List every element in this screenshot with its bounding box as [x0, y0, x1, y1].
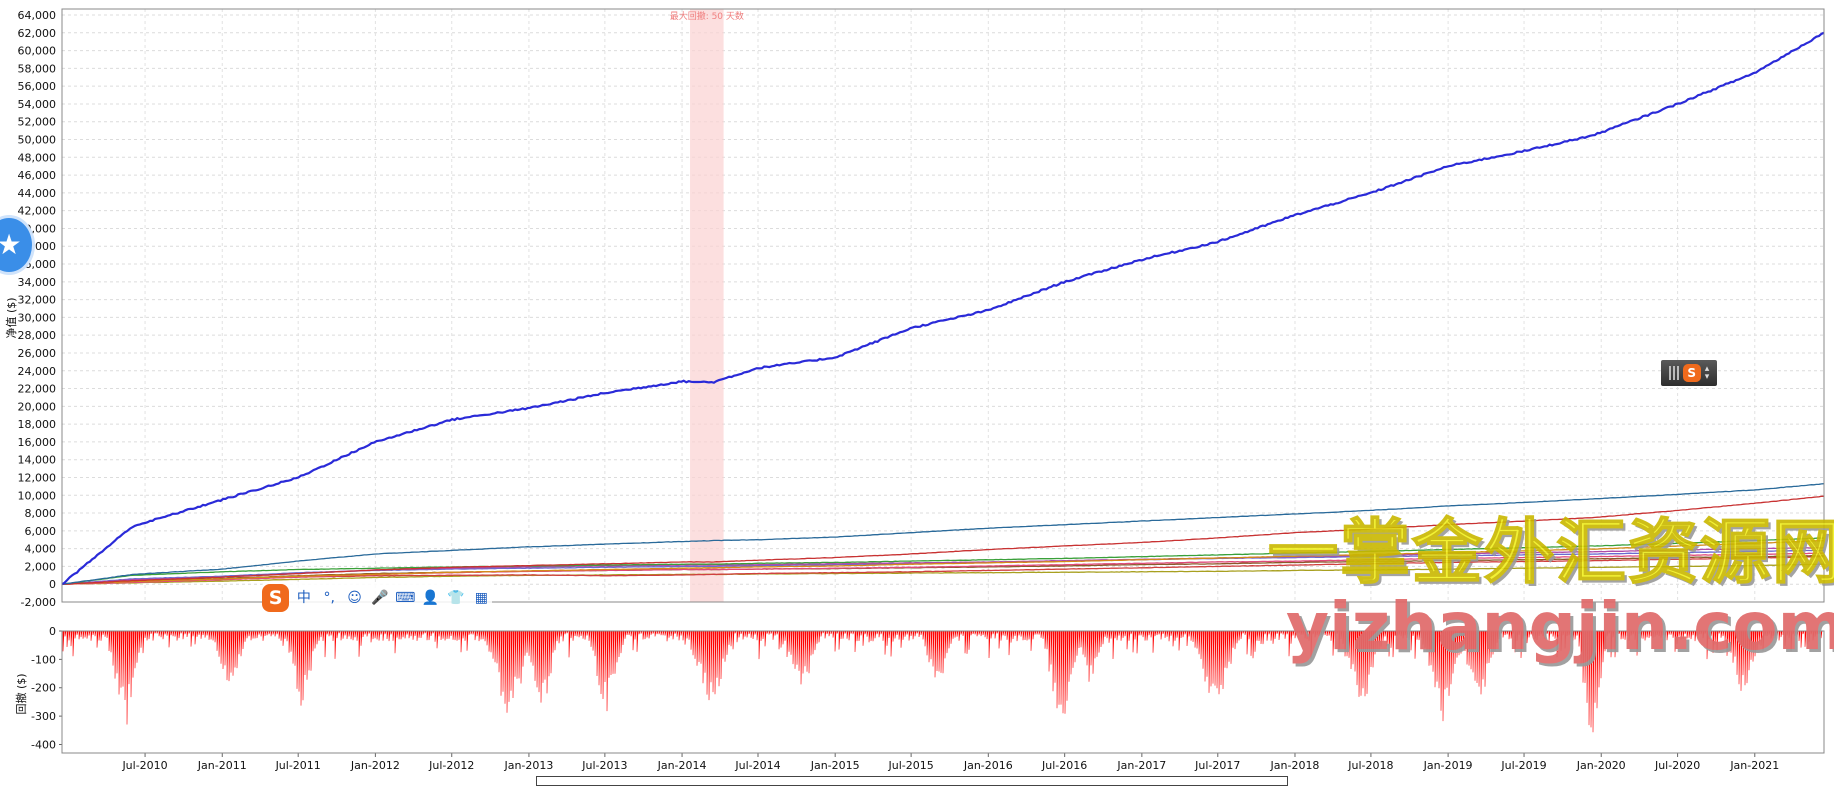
equity-y-ticks: -2,000 0 2,000 4,000 6,000 8,000 10,000 12,000 1… [18, 9, 57, 609]
equity-y-tick-label: 52,000 [18, 116, 57, 129]
drawdown-y-tick-label: -400 [31, 738, 56, 751]
equity-y-tick-label: 34,000 [18, 276, 57, 289]
ime-mini-logo-icon[interactable]: S [1682, 364, 1701, 382]
ime-emoji-icon[interactable]: ☺ [344, 587, 365, 609]
x-tick-label: Jul-2010 [121, 759, 167, 772]
equity-y-tick-label: 62,000 [18, 27, 57, 40]
equity-y-tick-label: 44,000 [18, 187, 57, 200]
drawdown-highlight-band [690, 9, 724, 602]
equity-y-tick-label: 2,000 [25, 560, 57, 573]
ime-account-icon[interactable]: 👤 [420, 587, 441, 609]
equity-y-tick-label: 60,000 [18, 45, 57, 58]
watermark-chinese: 一掌金外汇资源网 [1267, 510, 1834, 594]
ime-toolbox-icon[interactable]: ▦ [471, 587, 492, 609]
equity-y-tick-label: 10,000 [18, 489, 57, 502]
drawdown-y-tick-label: -200 [31, 682, 56, 695]
equity-y-axis-label: 净值 ($) [4, 297, 18, 338]
drag-handle-icon[interactable] [1668, 366, 1679, 380]
equity-y-tick-label: 48,000 [18, 151, 57, 164]
equity-y-tick-label: 46,000 [18, 169, 57, 182]
x-tick-label: Jul-2019 [1500, 759, 1546, 772]
equity-y-tick-label: 58,000 [18, 62, 57, 75]
ime-voice-icon[interactable]: 🎤 [369, 587, 390, 609]
equity-y-tick-label: 24,000 [18, 365, 57, 378]
x-tick-label: Jul-2016 [1041, 759, 1087, 772]
x-tick-label: Jan-2019 [1423, 759, 1473, 772]
x-tick-label: Jan-2012 [350, 759, 400, 772]
ime-punctuation-icon[interactable]: °, [319, 587, 340, 609]
equity-y-tick-label: 50,000 [18, 134, 57, 147]
equity-y-tick-label: 6,000 [25, 525, 57, 538]
equity-y-tick-label: 30,000 [18, 311, 57, 324]
drawdown-y-tick-label: 0 [49, 625, 56, 638]
equity-y-tick-label: 16,000 [18, 436, 57, 449]
x-tick-label: Jan-2020 [1576, 759, 1626, 772]
equity-y-tick-label: 20,000 [18, 400, 57, 413]
equity-y-tick-label: 26,000 [18, 347, 57, 360]
max-drawdown-annotation: 最大回撤: 50 天数 [670, 10, 744, 22]
ime-keyboard-icon[interactable]: ⌨ [395, 587, 416, 609]
expand-arrows-icon[interactable]: ▴ ▾ [1705, 365, 1710, 382]
x-tick-label: Jul-2017 [1194, 759, 1240, 772]
ime-logo-icon[interactable]: S [262, 584, 290, 612]
equity-y-tick-label: 14,000 [18, 454, 57, 467]
ime-chinese-mode-icon[interactable]: 中 [293, 587, 314, 609]
x-axis-ticks: Jul-2010 Jan-2011 Jul-2011 Jan-2012 Jul-2012… [121, 753, 1779, 772]
x-tick-label: Jan-2013 [503, 759, 553, 772]
x-tick-label: Jan-2014 [657, 759, 707, 772]
drawdown-y-axis-label: 回撤 ($) [14, 673, 28, 714]
x-tick-label: Jan-2017 [1116, 759, 1166, 772]
x-tick-label: Jul-2013 [581, 759, 627, 772]
scroll-range-box[interactable] [536, 776, 1288, 786]
x-tick-label: Jul-2011 [275, 759, 321, 772]
x-tick-label: Jul-2014 [734, 759, 780, 772]
drawdown-y-tick-label: -300 [31, 710, 56, 723]
x-tick-label: Jul-2012 [428, 759, 474, 772]
equity-y-tick-label: 22,000 [18, 383, 57, 396]
equity-y-tick-label: 42,000 [18, 205, 57, 218]
equity-y-tick-label: 54,000 [18, 98, 57, 111]
ime-toolbar[interactable]: S 中 °, ☺ 🎤 ⌨ 👤 👕 ▦ [262, 583, 492, 613]
x-tick-label: Jul-2020 [1654, 759, 1700, 772]
drawdown-y-tick-label: -100 [31, 653, 56, 666]
equity-y-tick-label: 18,000 [18, 418, 57, 431]
equity-y-tick-label: 0 [49, 578, 56, 591]
drawdown-y-ticks: 0 -100 -200 -300 -400 [31, 625, 62, 751]
equity-y-tick-label: 32,000 [18, 294, 57, 307]
x-tick-label: Jul-2018 [1347, 759, 1393, 772]
x-tick-label: Jan-2018 [1270, 759, 1320, 772]
x-tick-label: Jan-2015 [810, 759, 860, 772]
equity-y-tick-label: -2,000 [21, 596, 56, 609]
x-tick-label: Jan-2011 [197, 759, 247, 772]
equity-y-tick-label: 12,000 [18, 471, 57, 484]
equity-y-tick-label: 4,000 [25, 543, 57, 556]
watermark-url: yizhangjin.com [1286, 588, 1834, 665]
x-tick-label: Jan-2016 [963, 759, 1013, 772]
ime-mini-status-bar[interactable]: S ▴ ▾ [1661, 360, 1717, 386]
ime-skin-icon[interactable]: 👕 [445, 587, 466, 609]
equity-y-tick-label: 64,000 [18, 9, 57, 22]
x-tick-label: Jan-2021 [1729, 759, 1779, 772]
equity-y-tick-label: 28,000 [18, 329, 57, 342]
equity-y-tick-label: 8,000 [25, 507, 57, 520]
equity-y-tick-label: 56,000 [18, 80, 57, 93]
x-tick-label: Jul-2015 [887, 759, 933, 772]
